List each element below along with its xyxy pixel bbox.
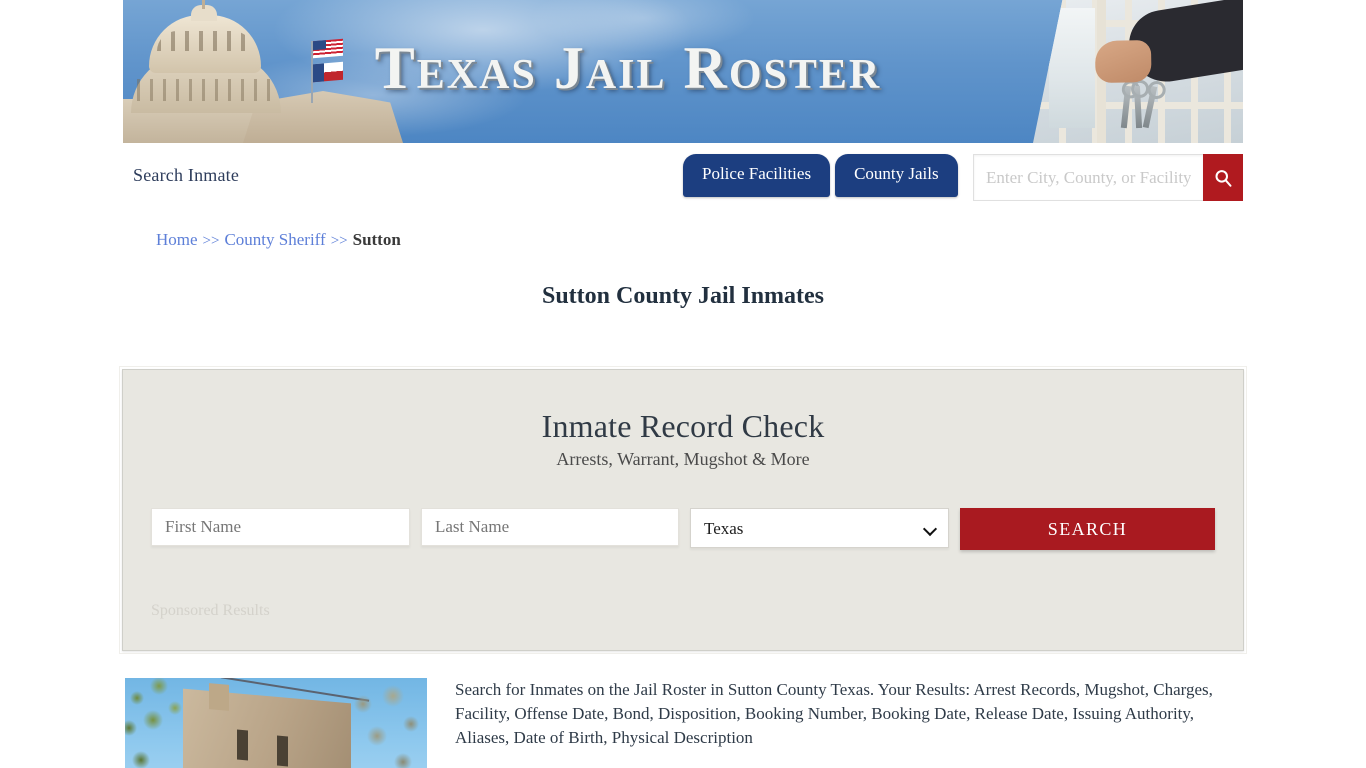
facility-search-button[interactable] — [1203, 154, 1243, 201]
record-check-subheading: Arrests, Warrant, Mugshot & More — [556, 449, 810, 469]
nav-bar: Search Inmate Police Facilities County J… — [123, 143, 1243, 216]
breadcrumb-home[interactable]: Home — [156, 230, 198, 249]
county-info-section: Search for Inmates on the Jail Roster in… — [123, 678, 1243, 768]
sponsored-results-label: Sponsored Results — [151, 602, 270, 619]
county-jail-photo — [125, 678, 427, 768]
breadcrumb-current: Sutton — [352, 230, 401, 249]
site-banner: Texas Jail Roster — [123, 0, 1243, 143]
breadcrumb-county-sheriff[interactable]: County Sheriff — [224, 230, 325, 249]
county-description-text: Search for Inmates on the Jail Roster in… — [455, 680, 1213, 747]
last-name-input[interactable] — [421, 508, 679, 546]
nav-tab-group: Police Facilities County Jails — [683, 154, 958, 197]
breadcrumb-separator-2: >> — [330, 233, 348, 249]
page-title: Sutton County Jail Inmates — [541, 283, 825, 309]
banner-title: Texas Jail Roster — [374, 35, 882, 101]
state-select-wrapper: Texas — [690, 508, 949, 550]
site-brand: Search Inmate — [133, 165, 240, 185]
page-root: Texas Jail Roster Search Inmate Police F… — [0, 0, 1366, 768]
breadcrumb-separator-1: >> — [202, 233, 220, 249]
record-check-heading: Inmate Record Check — [541, 408, 825, 444]
breadcrumb: Home >> County Sheriff >> Sutton — [123, 216, 1243, 250]
facility-search-input[interactable] — [973, 154, 1203, 201]
record-check-search-button[interactable]: SEARCH — [960, 508, 1215, 550]
tab-county-jails[interactable]: County Jails — [835, 154, 958, 197]
inmate-record-check-panel: Inmate Record Check Arrests, Warrant, Mu… — [119, 366, 1247, 654]
state-select[interactable]: Texas — [690, 508, 949, 548]
record-check-form: Texas SEARCH — [151, 508, 1215, 550]
search-icon — [1213, 168, 1233, 188]
tab-police-facilities[interactable]: Police Facilities — [683, 154, 831, 197]
first-name-input[interactable] — [151, 508, 410, 546]
facility-search-box — [973, 154, 1243, 201]
